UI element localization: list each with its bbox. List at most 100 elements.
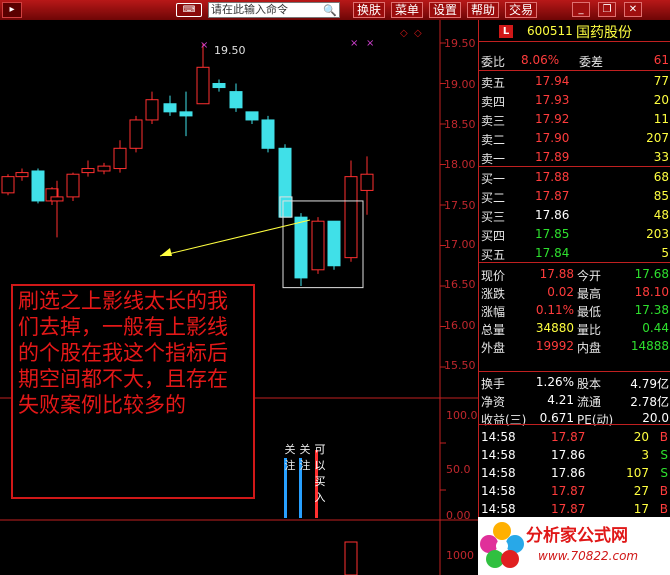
level-price: 17.93 (535, 93, 570, 107)
level-label: 买五 (481, 248, 506, 262)
marker-diamond: ◇ (400, 28, 408, 39)
level-price: 17.84 (535, 246, 570, 260)
menu-main[interactable]: 菜单 (391, 2, 423, 18)
level-label: 买三 (481, 210, 506, 224)
level2-badge: L (499, 25, 513, 38)
level-volume: 48 (653, 208, 669, 222)
stat-value: 2.78亿 (630, 395, 669, 409)
level-volume: 33 (653, 150, 669, 164)
level-price: 17.94 (535, 74, 570, 88)
command-placeholder: 请在此输入命令 (211, 3, 288, 16)
order-book-row: 买五 17.84 5 (479, 245, 670, 263)
quote-panel: L 600511 国药股份 委比 8.06% 委差 61 卖五 17.94 77 卖四… (478, 20, 670, 575)
indicator-tick: 0.00 (446, 509, 471, 522)
stat-value: 0.44 (642, 321, 669, 335)
command-input[interactable]: 请在此输入命令 🔍 (208, 2, 340, 18)
stat-label: 最高 (577, 287, 602, 301)
order-book-row: 卖一 17.89 33 (479, 149, 670, 167)
level-label: 卖一 (481, 152, 506, 166)
kline-chart[interactable]: × × × ◇ ◇ 19.50 19.00 18.50 18.00 17.50 17.0… (0, 20, 478, 575)
price-tick: 16.00 (444, 319, 476, 332)
stat-row: 换手 1.26% 股本 4.79亿 (479, 374, 670, 392)
marker-diamond: ◇ (414, 28, 422, 39)
candle-body (97, 165, 111, 172)
price-tick: 19.50 (444, 37, 476, 50)
menu-settings[interactable]: 设置 (429, 2, 461, 18)
menu-help[interactable]: 帮助 (467, 2, 499, 18)
stat-value: 17.68 (634, 267, 669, 281)
tick-volume: 17 (633, 502, 649, 516)
tick-row: 14:58 17.87 27 B (479, 483, 670, 501)
stat-label: 换手 (481, 377, 506, 391)
stat-label: 涨跌 (481, 287, 506, 301)
level-label: 卖三 (481, 114, 506, 128)
menu-trade[interactable]: 交易 (505, 2, 537, 18)
candle-body (278, 147, 292, 218)
menu-skin[interactable]: 换肤 (353, 2, 385, 18)
candle-body (344, 176, 358, 259)
level-volume: 207 (646, 131, 669, 145)
tick-row: 14:58 17.86 107 S (479, 465, 670, 483)
tick-price: 17.87 (551, 484, 586, 498)
tick-price: 17.86 (551, 448, 586, 462)
tick-side: S (660, 448, 668, 462)
stat-label: 涨幅 (481, 305, 506, 319)
tick-volume: 20 (633, 430, 649, 444)
candle-body (179, 111, 193, 117)
marker-x: × (366, 38, 374, 49)
indicator-tick: 50.0 (446, 463, 471, 476)
candle-body (294, 216, 308, 279)
volume-tick: 1000 (446, 549, 474, 562)
site-logo: 分析家公式网 www.70822.com (478, 517, 670, 575)
candle-body (212, 83, 226, 89)
annotation-arrow (159, 219, 311, 257)
level-label: 卖五 (481, 76, 506, 90)
minimize-icon[interactable]: _ (572, 2, 590, 17)
candle-body (229, 91, 243, 109)
indicator-tick: 100.0 (446, 409, 478, 422)
stat-value: 0.02 (547, 285, 574, 299)
level-price: 17.86 (535, 208, 570, 222)
stat-value: 18.10 (634, 285, 669, 299)
stat-row: 涨跌 0.02 最高 18.10 (479, 284, 670, 302)
level-volume: 5 (661, 246, 669, 260)
stat-label: 外盘 (481, 341, 506, 355)
tick-side: B (659, 430, 668, 444)
signal-label: 关注 (284, 443, 296, 472)
search-icon[interactable]: 🔍 (323, 4, 337, 18)
tick-side: S (660, 466, 668, 480)
stat-value: 4.79亿 (630, 377, 669, 391)
candle-body (196, 66, 210, 105)
price-tick: 17.00 (444, 238, 476, 251)
annotation-note: 刷选之上影线太长的我们去掉，一般有上影线的个股在我这个指标后期空间都不大，且存在… (11, 284, 255, 499)
order-book-row: 买四 17.85 203 (479, 226, 670, 244)
level-volume: 85 (653, 189, 669, 203)
candle-body (31, 170, 45, 202)
order-book-row: 卖五 17.94 77 (479, 73, 670, 91)
stat-label: 内盘 (577, 341, 602, 355)
level-volume: 68 (653, 170, 669, 184)
stat-value: 34880 (535, 321, 574, 335)
tick-time: 14:58 (481, 430, 516, 444)
candle-body (360, 173, 374, 191)
candle-body (15, 172, 29, 178)
weicha-value: 61 (653, 53, 669, 67)
stat-label: 最低 (577, 305, 602, 319)
order-book-row: 卖三 17.92 11 (479, 111, 670, 129)
stat-row: 现价 17.88 今开 17.68 (479, 266, 670, 284)
stat-value: 4.21 (547, 393, 574, 407)
close-icon[interactable]: ✕ (624, 2, 642, 17)
stat-row: 外盘 19992 内盘 14888 (479, 338, 670, 356)
price-tick: 16.50 (444, 278, 476, 291)
stat-label: 流通 (577, 395, 602, 409)
stat-value: 17.88 (539, 267, 574, 281)
keyboard-icon[interactable]: ⌨ (176, 3, 202, 17)
restore-icon[interactable]: ❐ (598, 2, 616, 17)
order-book-row: 卖四 17.93 20 (479, 92, 670, 110)
level-volume: 20 (653, 93, 669, 107)
stat-value: 1.26% (535, 375, 574, 389)
price-tick: 18.00 (444, 158, 476, 171)
tick-time: 14:58 (481, 484, 516, 498)
stat-value: 17.38 (634, 303, 669, 317)
app-logo-icon: ▸ (2, 2, 22, 18)
